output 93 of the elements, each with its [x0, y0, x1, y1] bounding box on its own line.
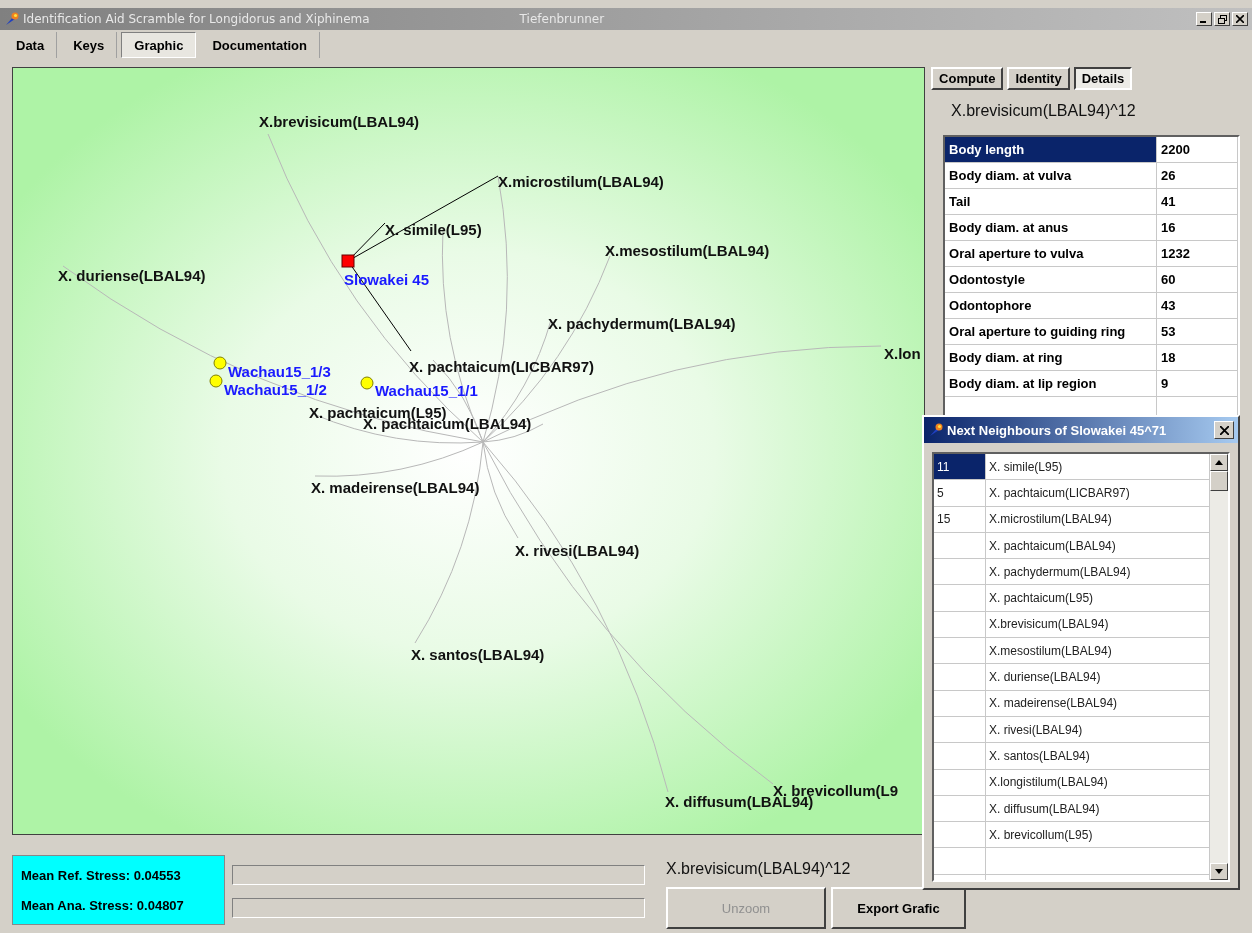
- species-label: X.lon: [884, 345, 921, 363]
- minimize-button[interactable]: [1196, 12, 1212, 26]
- panel-tab[interactable]: Details: [1073, 67, 1133, 90]
- table-cell[interactable]: X.mesostilum(LBAL94): [986, 638, 1210, 665]
- species-label: X.microstilum(LBAL94): [498, 173, 664, 191]
- up-arrow-icon[interactable]: [1215, 460, 1223, 465]
- table-cell[interactable]: [934, 690, 986, 717]
- circle-marker[interactable]: [360, 376, 374, 390]
- panel-tab[interactable]: Identity: [1007, 67, 1070, 90]
- species-label: X. santos(LBAL94): [411, 646, 545, 664]
- table-cell[interactable]: X. pachtaicum(LICBAR97): [986, 480, 1210, 507]
- circle-marker[interactable]: [213, 356, 227, 370]
- table-cell[interactable]: X. pachtaicum(L95): [986, 585, 1210, 612]
- circle-marker[interactable]: [209, 374, 223, 388]
- specimen-title: X.brevisicum(LBAL94)^12: [951, 102, 1137, 120]
- torch-icon: [928, 422, 944, 438]
- close-icon: [1236, 15, 1244, 23]
- restore-icon: [1217, 14, 1227, 24]
- table-cell[interactable]: 11: [934, 454, 986, 481]
- table-cell[interactable]: X. madeirense(LBAL94): [986, 690, 1210, 717]
- table-cell[interactable]: X. simile(L95): [986, 454, 1210, 481]
- table-cell[interactable]: [934, 664, 986, 691]
- table-cell[interactable]: [934, 743, 986, 770]
- table-cell[interactable]: X. duriense(LBAL94): [986, 664, 1210, 691]
- table-cell[interactable]: X.longistilum(LBAL94): [986, 769, 1210, 796]
- author-name: Tiefenbrunner: [519, 12, 605, 26]
- table-cell: 2200: [1157, 137, 1239, 163]
- torch-icon: [4, 11, 20, 27]
- table-cell[interactable]: [934, 532, 986, 560]
- specimen-label: X.brevisicum(LBAL94)^12: [666, 860, 852, 878]
- table-cell[interactable]: [934, 795, 986, 823]
- table-cell[interactable]: Tail: [945, 189, 1158, 215]
- table-cell[interactable]: [934, 716, 986, 744]
- table-cell[interactable]: X. brevicollum(L95): [986, 822, 1210, 849]
- species-label: X. pachydermum(LBAL94): [548, 315, 736, 333]
- table-cell[interactable]: Oral aperture to guiding ring: [945, 319, 1158, 345]
- table-cell[interactable]: Odontostyle: [945, 267, 1158, 293]
- down-arrow-icon[interactable]: [1215, 869, 1223, 874]
- species-label: X.brevisicum(LBAL94): [259, 113, 420, 131]
- action-button[interactable]: Export Grafic: [831, 887, 966, 929]
- table-cell[interactable]: X. pachtaicum(LBAL94): [986, 532, 1210, 560]
- table-cell: 53: [1157, 319, 1239, 345]
- table-cell[interactable]: X. santos(LBAL94): [986, 743, 1210, 770]
- table-cell[interactable]: Body diam. at ring: [945, 345, 1158, 371]
- table-cell[interactable]: Body diam. at lip region: [945, 371, 1158, 397]
- table-cell: 9: [1157, 371, 1239, 397]
- sample-label: Wachau15_1/1: [375, 382, 478, 400]
- table-cell[interactable]: Oral aperture to vulva: [945, 241, 1158, 267]
- table-cell[interactable]: Odontophore: [945, 293, 1158, 319]
- species-label: X. madeirense(LBAL94): [311, 479, 480, 497]
- square-marker[interactable]: [341, 254, 355, 268]
- species-label: X. duriense(LBAL94): [58, 267, 206, 285]
- window-title: Identification Aid Scramble for Longidorus and Xiphinema: [23, 12, 370, 26]
- species-label: X. pachtaicum(LICBAR97): [409, 358, 595, 376]
- table-cell[interactable]: X. diffusum(LBAL94): [986, 795, 1210, 823]
- close-button[interactable]: [1232, 12, 1248, 26]
- species-label: X. rivesi(LBAL94): [515, 542, 640, 560]
- panel-tab[interactable]: Compute: [931, 67, 1004, 90]
- table-cell[interactable]: Body diam. at anus: [945, 215, 1158, 241]
- table-cell: 60: [1157, 267, 1239, 293]
- restore-button[interactable]: [1214, 12, 1230, 26]
- table-cell[interactable]: X.brevisicum(LBAL94): [986, 611, 1210, 639]
- table-cell[interactable]: X.microstilum(LBAL94): [986, 506, 1210, 533]
- table-cell[interactable]: [934, 611, 986, 639]
- table-cell[interactable]: [934, 822, 986, 849]
- close-icon: [1219, 425, 1229, 435]
- species-label: X. simile(L95): [385, 221, 482, 239]
- stress-value: Mean Ana. Stress: 0.04807: [21, 897, 185, 913]
- table-cell[interactable]: 15: [934, 506, 986, 533]
- table-cell: 41: [1157, 189, 1239, 215]
- table-cell[interactable]: [934, 769, 986, 796]
- species-label: X.mesostilum(LBAL94): [605, 242, 770, 260]
- menu-tab[interactable]: Graphic: [121, 32, 197, 58]
- dialog-title: Next Neighbours of Slowakei 45^71: [947, 422, 1167, 438]
- sample-label: Wachau15_1/2: [224, 381, 327, 399]
- sample-label: Wachau15_1/3: [228, 363, 331, 381]
- table-cell[interactable]: X. rivesi(LBAL94): [986, 716, 1210, 744]
- table-cell: 43: [1157, 293, 1239, 319]
- table-cell[interactable]: [934, 559, 986, 586]
- scrollbar-thumb[interactable]: [1210, 471, 1228, 491]
- table-cell[interactable]: Body length: [945, 137, 1158, 163]
- table-cell: 1232: [1157, 241, 1239, 267]
- table-cell[interactable]: Body diam. at vulva: [945, 163, 1158, 189]
- table-cell[interactable]: 5: [934, 480, 986, 507]
- close-button[interactable]: [1214, 421, 1234, 439]
- scrollbar[interactable]: [1210, 454, 1228, 880]
- table-cell[interactable]: [934, 638, 986, 665]
- table-cell: 16: [1157, 215, 1239, 241]
- table-cell: 18: [1157, 345, 1239, 371]
- table-cell[interactable]: [934, 585, 986, 612]
- stress-value: Mean Ref. Stress: 0.04553: [21, 867, 182, 883]
- table-cell[interactable]: X. pachydermum(LBAL94): [986, 559, 1210, 586]
- table-cell: 26: [1157, 163, 1239, 189]
